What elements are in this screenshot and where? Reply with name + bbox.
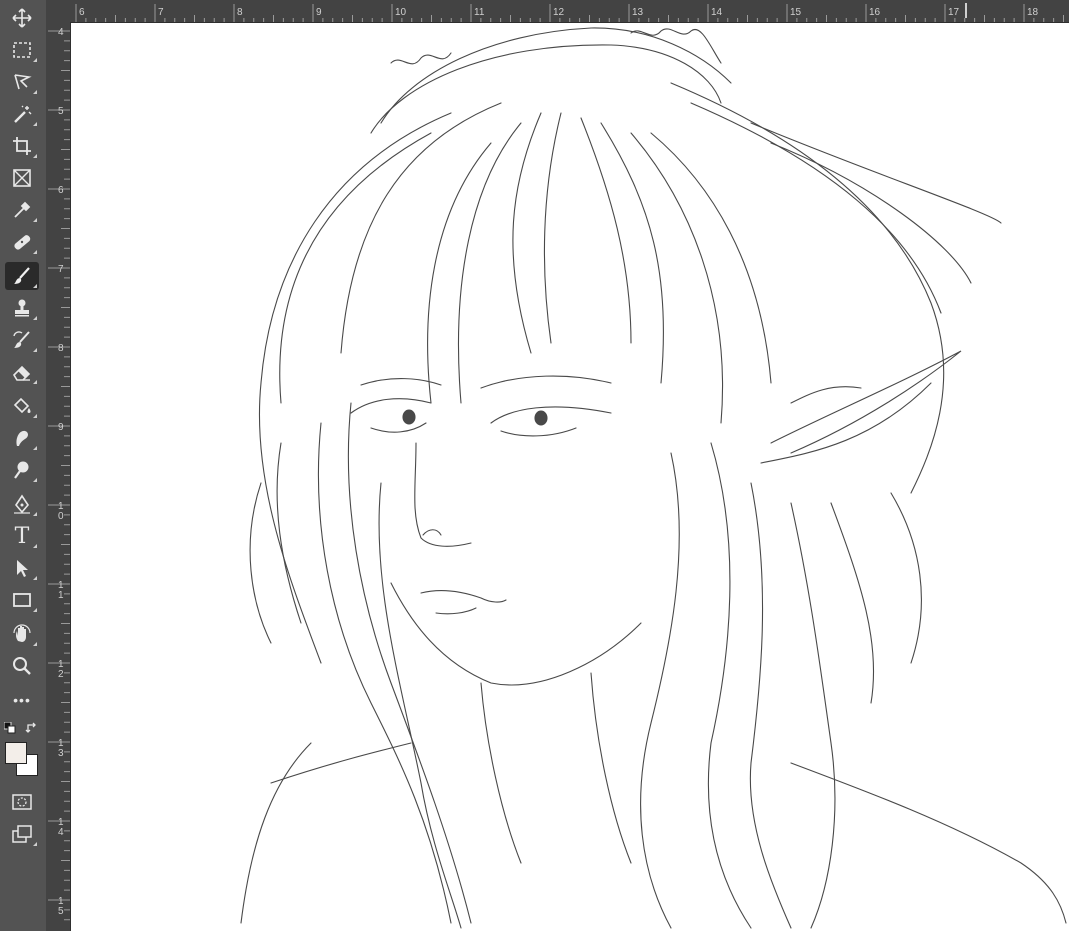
ruler-label: 1: [58, 590, 64, 601]
rotate-view-tool[interactable]: [5, 620, 39, 648]
bandage-icon: [14, 235, 31, 250]
move-icon: [12, 8, 32, 28]
horizontal-ruler[interactable]: 6 7 8 9 10 11 12 13 14 15 16 17 18: [46, 0, 1069, 23]
screen-mode[interactable]: [5, 820, 39, 848]
ruler-label: 5: [58, 106, 64, 117]
default-colors-icon[interactable]: [4, 722, 16, 734]
ruler-label: 13: [632, 7, 644, 18]
ruler-label: 0: [58, 511, 64, 522]
magic-wand-icon: [14, 105, 32, 123]
pen-icon: [14, 494, 30, 514]
crop-icon: [13, 137, 31, 155]
foreground-color-swatch[interactable]: [5, 742, 27, 764]
lasso-tool[interactable]: [5, 68, 39, 96]
marquee-icon: [13, 42, 31, 58]
more-icon: •••: [13, 692, 31, 708]
history-brush-tool[interactable]: [5, 326, 39, 354]
sketch-drawing: [240, 27, 1067, 929]
paint-bucket-tool[interactable]: [5, 392, 39, 420]
brush-icon: [14, 267, 30, 284]
ruler-label: 9: [316, 7, 322, 18]
ruler-label: 7: [58, 264, 64, 275]
pen-tool[interactable]: [5, 490, 39, 518]
clone-stamp-tool[interactable]: [5, 294, 39, 322]
ruler-label: 16: [869, 7, 881, 18]
frame-icon: [13, 169, 31, 187]
type-icon: T: [14, 523, 30, 549]
ruler-label: 8: [237, 7, 243, 18]
ruler-label: 5: [58, 906, 64, 917]
ruler-label: 15: [790, 7, 802, 18]
ruler-label: 3: [58, 748, 64, 759]
rectangle-icon: [13, 593, 31, 607]
crop-tool[interactable]: [5, 132, 39, 160]
ruler-label: 14: [711, 7, 723, 18]
brush-tool[interactable]: [5, 262, 39, 290]
eraser-icon: [12, 365, 31, 381]
path-selection-tool[interactable]: [5, 554, 39, 582]
bucket-icon: [13, 397, 31, 414]
ruler-label: 6: [79, 7, 85, 18]
zoom-icon: [13, 657, 31, 675]
ruler-label: 10: [395, 7, 407, 18]
type-tool[interactable]: T: [5, 522, 39, 550]
arrow-icon: [17, 560, 28, 577]
eyedropper-icon: [14, 201, 31, 218]
ruler-label: 6: [58, 185, 64, 196]
healing-brush-tool[interactable]: [5, 228, 39, 256]
dodge-icon: [14, 461, 29, 479]
edit-toolbar[interactable]: •••: [5, 686, 39, 714]
dodge-tool[interactable]: [5, 456, 39, 484]
move-tool[interactable]: [5, 4, 39, 32]
ruler-label: 2: [58, 669, 64, 680]
lasso-icon: [14, 74, 32, 90]
eyedropper-tool[interactable]: [5, 196, 39, 224]
frame-tool[interactable]: [5, 164, 39, 192]
quick-mask-icon: [12, 794, 32, 810]
swap-colors-icon[interactable]: [25, 721, 39, 735]
ruler-label: 17: [948, 7, 960, 18]
ruler-label: 4: [58, 27, 64, 38]
ruler-label: 12: [553, 7, 565, 18]
toolbar: T •••: [0, 0, 47, 931]
document-canvas[interactable]: [71, 23, 1069, 931]
stamp-icon: [15, 299, 29, 317]
ruler-label: 11: [474, 7, 485, 18]
rectangle-tool[interactable]: [5, 586, 39, 614]
eraser-tool[interactable]: [5, 358, 39, 386]
hand-rotate-icon: [13, 624, 31, 642]
smudge-tool[interactable]: [5, 424, 39, 452]
history-brush-icon: [13, 331, 30, 348]
quick-mask-mode[interactable]: [5, 788, 39, 816]
zoom-tool[interactable]: [5, 652, 39, 680]
ruler-label: 18: [1027, 7, 1039, 18]
screen-mode-icon: [12, 825, 32, 843]
ruler-label: 8: [58, 343, 64, 354]
smudge-icon: [16, 430, 28, 446]
vertical-ruler[interactable]: 456789101112131415: [46, 22, 71, 931]
ruler-label: 4: [58, 827, 64, 838]
magic-wand-tool[interactable]: [5, 100, 39, 128]
ruler-label: 7: [158, 7, 164, 18]
ruler-label: 9: [58, 422, 64, 433]
rectangular-marquee-tool[interactable]: [5, 36, 39, 64]
